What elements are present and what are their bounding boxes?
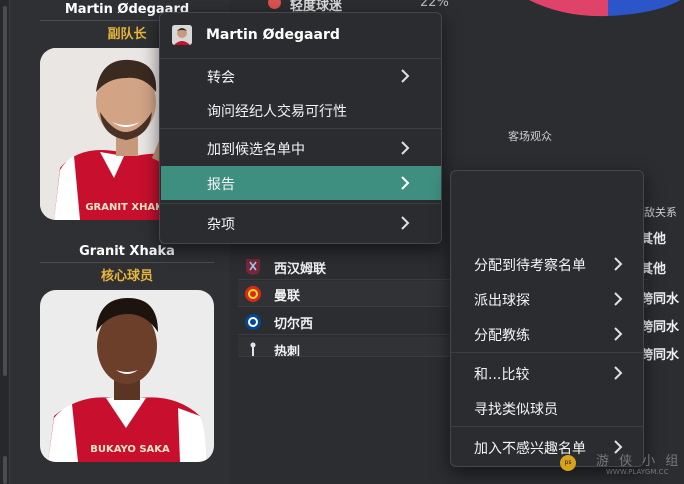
relation-header: 敌关系	[644, 206, 677, 219]
report-submenu: 分配到待考察名单 派出球探 分配教练 和...比较 寻找类似球员 加入不感兴趣名…	[450, 170, 644, 467]
player-name[interactable]: Granit Xhaka	[40, 244, 214, 259]
tottenham-crest-icon	[250, 342, 256, 356]
chevron-right-icon	[614, 366, 623, 380]
menu-item-transfer[interactable]: 转会	[161, 59, 441, 93]
menu-item-label: 杂项	[207, 217, 235, 233]
menu-header: Martin Ødegaard	[160, 13, 441, 59]
submenu-item-label: 派出球探	[474, 293, 530, 309]
chevron-right-icon	[401, 216, 410, 230]
menu-player-name: Martin Ødegaard	[206, 27, 340, 43]
away-attendance-label: 客场观众	[508, 130, 552, 143]
menu-divider	[160, 128, 441, 129]
chelsea-crest-icon	[245, 314, 261, 330]
submenu-item-label: 寻找类似球员	[474, 402, 558, 418]
club-name: 热刺	[274, 345, 301, 357]
menu-item-ask-agent[interactable]: 询问经纪人交易可行性	[161, 93, 441, 127]
menu-item-label: 转会	[207, 70, 235, 86]
menu-item-misc[interactable]: 杂项	[161, 206, 441, 240]
player-photo[interactable]: BUKAYO SAKA	[40, 290, 214, 462]
player-context-menu: Martin Ødegaard 转会 询问经纪人交易可行性 加到候选名单中 报告…	[159, 12, 442, 244]
club-name: 切尔西	[274, 317, 314, 332]
player-role: 核心球员	[40, 262, 214, 284]
club-name: 曼联	[274, 289, 301, 304]
west-ham-crest-icon	[246, 259, 260, 275]
fan-pie-chart	[529, 0, 681, 17]
relation-value: 跨同水	[640, 348, 680, 363]
left-scrollbar[interactable]	[3, 6, 7, 376]
left-scrollbar-lower[interactable]	[3, 456, 7, 484]
man-utd-crest-icon	[245, 286, 261, 302]
relation-value: 跨同水	[640, 320, 680, 335]
menu-divider	[451, 352, 643, 353]
watermark-text: 游 侠 小 组	[596, 454, 682, 469]
submenu-item-label: 和...比较	[474, 367, 530, 383]
submenu-item-label: 分配到待考察名单	[474, 258, 586, 274]
chevron-right-icon	[614, 292, 623, 306]
menu-divider	[160, 203, 441, 204]
chevron-right-icon	[401, 176, 410, 190]
watermark-badge: ps	[560, 455, 576, 471]
chevron-right-icon	[614, 327, 623, 341]
chevron-right-icon	[401, 141, 410, 155]
chevron-right-icon	[614, 257, 623, 271]
submenu-item-compare[interactable]: 和...比较	[452, 356, 644, 390]
menu-item-shortlist[interactable]: 加到候选名单中	[161, 131, 441, 165]
submenu-item-assign-coach[interactable]: 分配教练	[452, 317, 644, 351]
watermark-url: WWW.PLAYGM.CC	[606, 468, 669, 476]
status-dot	[268, 0, 281, 9]
submenu-item-assign-scout-list[interactable]: 分配到待考察名单	[452, 247, 644, 281]
menu-item-report[interactable]: 报告	[161, 166, 441, 200]
submenu-item-send-scout[interactable]: 派出球探	[452, 282, 644, 316]
submenu-item-find-similar[interactable]: 寻找类似球员	[452, 391, 644, 425]
shirt-lettering: BUKAYO SAKA	[90, 444, 170, 455]
club-name: 西汉姆联	[274, 262, 327, 277]
menu-item-label: 询问经纪人交易可行性	[207, 104, 347, 120]
submenu-item-label: 分配教练	[474, 328, 530, 344]
menu-divider	[451, 426, 643, 427]
menu-item-label: 报告	[207, 177, 235, 193]
menu-item-label: 加到候选名单中	[207, 142, 305, 158]
relation-value: 跨同水	[640, 292, 680, 307]
chevron-right-icon	[401, 69, 410, 83]
fan-type-percent: 22%	[420, 0, 449, 10]
avatar	[172, 25, 192, 45]
